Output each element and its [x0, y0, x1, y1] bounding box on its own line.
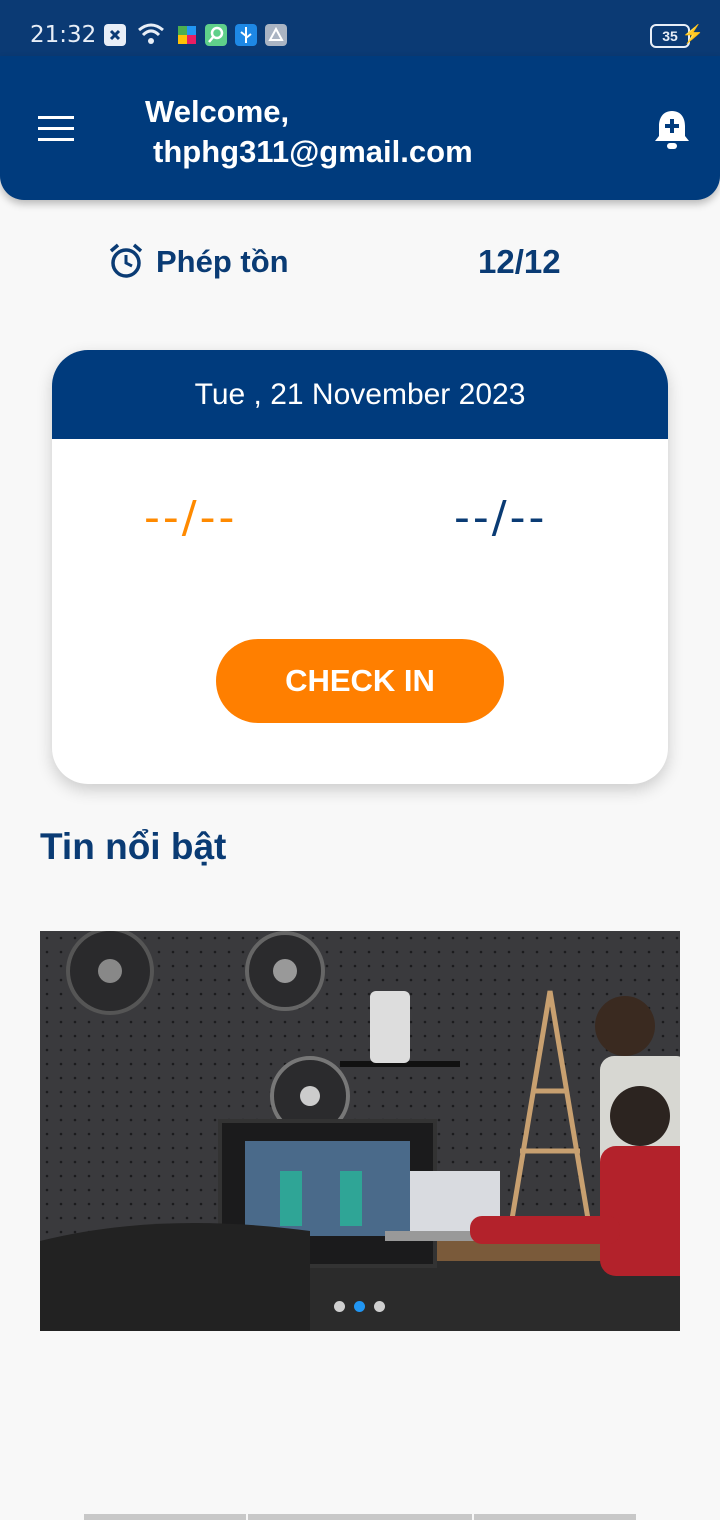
- share-icon: [265, 24, 287, 46]
- welcome-text: Welcome,: [145, 94, 290, 129]
- menu-icon: [38, 116, 74, 119]
- app-header: Welcome, thphg311@gmail.com: [0, 56, 720, 200]
- check-in-time: --/--: [144, 492, 238, 543]
- leave-balance-row: Phép tồn 12/12: [108, 240, 628, 284]
- wifi-icon: [138, 22, 164, 44]
- card-date: Tue , 21 November 2023: [52, 350, 668, 439]
- leave-balance-value: 12/12: [478, 243, 561, 280]
- user-email: thphg311@gmail.com: [153, 134, 473, 169]
- status-bar: 21:32 35 ⚡: [0, 0, 720, 58]
- bottom-tab-1[interactable]: [84, 1514, 246, 1520]
- notification-icon: [104, 24, 126, 46]
- carousel-dot-3[interactable]: [374, 1301, 385, 1312]
- bottom-tab-3[interactable]: [474, 1514, 636, 1520]
- carousel-dot-1[interactable]: [334, 1301, 345, 1312]
- puzzle-app-icon: [176, 24, 198, 46]
- featured-news-title: Tin nổi bật: [40, 826, 227, 867]
- leave-balance-label: Phép tồn: [156, 244, 289, 279]
- usb-icon: [235, 24, 257, 46]
- checkin-card: Tue , 21 November 2023 --/-- --/-- CHECK…: [52, 350, 668, 784]
- alarm-clock-icon: [108, 242, 144, 280]
- charging-icon: ⚡: [681, 24, 704, 44]
- check-in-button[interactable]: CHECK IN: [216, 639, 504, 723]
- status-time: 21:32: [30, 22, 97, 48]
- menu-button[interactable]: [38, 116, 74, 142]
- bell-plus-icon: [655, 111, 689, 149]
- bottom-tab-2[interactable]: [248, 1514, 472, 1520]
- key-app-icon: [205, 24, 227, 46]
- news-banner-image[interactable]: [40, 931, 680, 1331]
- carousel-dot-2-active[interactable]: [354, 1301, 365, 1312]
- check-out-time: --/--: [454, 492, 548, 543]
- notification-add-button[interactable]: [652, 108, 692, 152]
